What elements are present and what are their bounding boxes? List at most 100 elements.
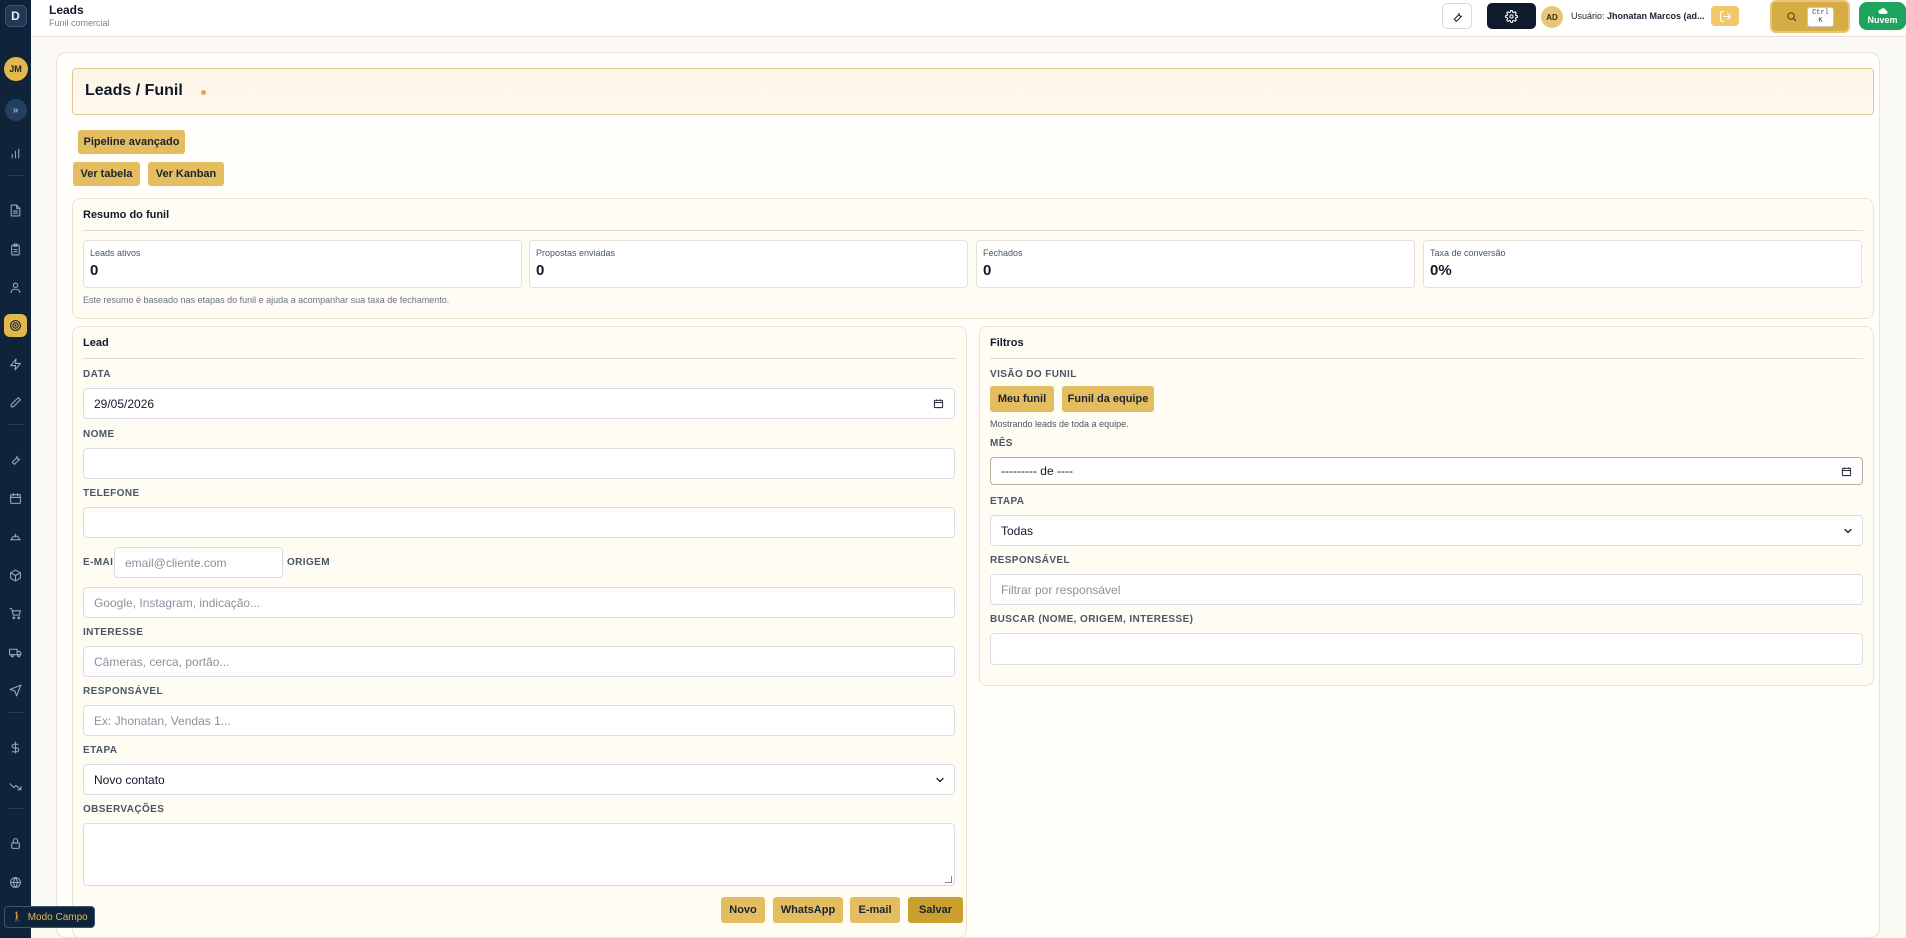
team-funnel-button[interactable]: Funil da equipe <box>1062 386 1154 412</box>
owner-input[interactable]: Ex: Jhonatan, Vendas 1... <box>83 705 955 736</box>
user-avatar-small[interactable]: AD <box>1541 6 1563 28</box>
page-title: Leads / Funil <box>85 82 183 99</box>
zap-icon[interactable] <box>4 353 27 376</box>
stat-card-closed: Fechados 0 <box>976 240 1415 288</box>
interest-label: INTERESSE <box>83 627 144 638</box>
wrench-icon <box>1453 12 1462 22</box>
stat-value: 0 <box>983 262 992 279</box>
funnel-view-hint: Mostrando leads de toda a equipe. <box>990 419 1129 429</box>
email-button[interactable]: E-mail <box>850 897 900 923</box>
cloud-label: Nuvem <box>1867 15 1898 25</box>
package-icon[interactable] <box>4 564 27 587</box>
summary-note: Este resumo é baseado nas etapas do funi… <box>83 295 450 305</box>
chevron-down-icon <box>1842 525 1854 537</box>
stat-label: Propostas enviadas <box>536 248 616 258</box>
filters-panel: Filtros VISÃO DO FUNIL Meu funil Funil d… <box>979 326 1874 686</box>
user-name: Jhonatan Marcos (ad... <box>1607 11 1705 21</box>
settings-button[interactable] <box>1487 3 1536 29</box>
new-lead-button[interactable]: Novo <box>721 897 765 923</box>
email-input[interactable]: email@cliente.com <box>114 547 283 578</box>
resize-handle[interactable] <box>945 876 952 883</box>
calendar-icon[interactable] <box>1841 466 1852 477</box>
page-subheading: Funil comercial <box>49 18 110 28</box>
view-kanban-button[interactable]: Ver Kanban <box>148 162 224 186</box>
summary-title: Resumo do funil <box>83 209 170 221</box>
walker-icon: 🚶 <box>11 911 24 923</box>
lock-icon[interactable] <box>4 832 27 855</box>
stat-card-conversion-rate: Taxa de conversão 0% <box>1423 240 1862 288</box>
funnel-view-label: VISÃO DO FUNIL <box>990 369 1077 380</box>
lead-form-title: Lead <box>83 337 109 349</box>
main-content: Leads / Funil Pipeline avançado Ver tabe… <box>56 52 1880 938</box>
field-mode-label: Modo Campo <box>27 911 88 923</box>
bar-chart-icon[interactable] <box>4 142 27 165</box>
logout-button[interactable] <box>1711 6 1739 26</box>
globe-icon[interactable] <box>4 871 27 894</box>
cart-icon[interactable] <box>4 602 27 625</box>
truck-icon[interactable] <box>4 641 27 664</box>
stat-value: 0 <box>90 262 99 279</box>
user-icon[interactable] <box>4 276 27 299</box>
current-user: Usuário: Jhonatan Marcos (ad... <box>1571 11 1705 21</box>
search-input[interactable] <box>990 633 1863 665</box>
stat-value: 0 <box>536 262 545 279</box>
stat-card-proposals-sent: Propostas enviadas 0 <box>529 240 968 288</box>
stat-label: Taxa de conversão <box>1430 248 1506 258</box>
expand-sidebar-button[interactable]: » <box>4 99 27 121</box>
calendar-icon[interactable] <box>4 487 27 510</box>
gear-icon <box>1505 9 1518 23</box>
pencil-icon[interactable] <box>4 391 27 414</box>
stat-label: Fechados <box>983 248 1023 258</box>
stat-value: 0% <box>1430 262 1452 279</box>
shortcut-hint: Ctrl K <box>1807 6 1834 27</box>
user-avatar[interactable]: JM <box>3 57 28 81</box>
command-search-button[interactable]: Ctrl K <box>1770 0 1850 33</box>
origin-input[interactable]: Google, Instagram, indicação... <box>83 587 955 618</box>
send-icon[interactable] <box>4 679 27 702</box>
topbar: Leads Funil comercial AD Usuário: Jhonat… <box>31 0 1906 37</box>
cloud-status-button[interactable]: Nuvem <box>1859 2 1906 30</box>
search-label: BUSCAR (NOME, ORIGEM, INTERESSE) <box>990 614 1194 625</box>
filters-title: Filtros <box>990 337 1024 349</box>
clipboard-icon[interactable] <box>4 238 27 261</box>
stage-select[interactable]: Novo contato <box>83 764 955 795</box>
status-dot <box>201 90 206 95</box>
phone-label: TELEFONE <box>83 488 140 499</box>
view-table-button[interactable]: Ver tabela <box>73 162 140 186</box>
search-icon <box>1787 12 1797 22</box>
filter-stage-select[interactable]: Todas <box>990 515 1863 546</box>
page-header: Leads / Funil <box>72 68 1874 115</box>
stage-label: ETAPA <box>83 745 118 756</box>
save-button[interactable]: Salvar <box>908 897 963 923</box>
dollar-icon[interactable] <box>4 736 27 759</box>
name-input[interactable] <box>83 448 955 479</box>
filter-owner-input[interactable]: Filtrar por responsável <box>990 574 1863 605</box>
owner-label: RESPONSÁVEL <box>83 686 163 697</box>
date-input[interactable]: 29/05/2026 <box>83 388 955 419</box>
date-label: DATA <box>83 369 111 380</box>
notes-textarea[interactable] <box>83 823 955 886</box>
wrench-icon[interactable] <box>4 448 27 471</box>
calendar-icon[interactable] <box>933 398 944 409</box>
target-icon[interactable] <box>4 314 27 337</box>
app-logo[interactable]: D <box>4 5 27 27</box>
filter-stage-label: ETAPA <box>990 496 1025 507</box>
my-funnel-button[interactable]: Meu funil <box>990 386 1054 412</box>
pipeline-advanced-button[interactable]: Pipeline avançado <box>78 130 185 154</box>
tools-button[interactable] <box>1442 3 1472 29</box>
trending-down-icon[interactable] <box>4 775 27 798</box>
file-icon[interactable] <box>4 199 27 222</box>
month-label: MÊS <box>990 438 1013 449</box>
stat-card-active-leads: Leads ativos 0 <box>83 240 522 288</box>
logout-icon <box>1719 10 1731 22</box>
cloud-icon <box>1877 8 1888 14</box>
whatsapp-button[interactable]: WhatsApp <box>773 897 843 923</box>
name-label: NOME <box>83 429 115 440</box>
month-input[interactable]: --------- de ---- <box>990 457 1863 485</box>
notes-label: OBSERVAÇÕES <box>83 804 165 815</box>
helmet-icon[interactable] <box>4 525 27 548</box>
phone-input[interactable] <box>83 507 955 538</box>
stat-label: Leads ativos <box>90 248 141 258</box>
field-mode-button[interactable]: 🚶 Modo Campo <box>4 906 95 928</box>
interest-input[interactable]: Câmeras, cerca, portão... <box>83 646 955 677</box>
